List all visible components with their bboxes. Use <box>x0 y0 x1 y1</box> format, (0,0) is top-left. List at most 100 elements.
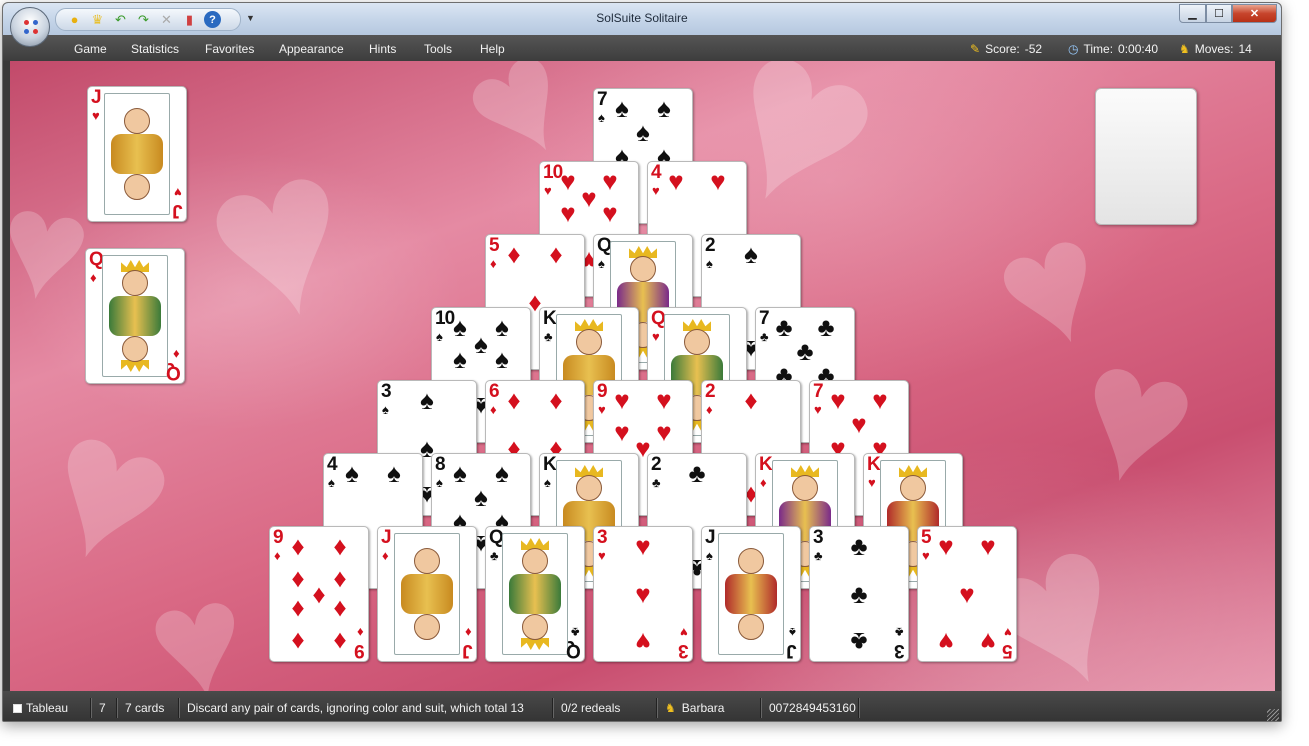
card-suit-icon: ♥ <box>598 402 606 417</box>
status-player: ♞ Barbara <box>659 698 761 718</box>
suit-pip-icon: ♠ <box>387 458 401 489</box>
time-label: Time: <box>1083 42 1114 56</box>
suit-pip-icon: ♦ <box>291 562 305 593</box>
card-rank-corner: J <box>787 640 797 661</box>
title-bar: ● ♛ ↶ ↷ ✕ ▮ ? ▼ SolSuite Solitaire ▁ ☐ ✕ <box>3 3 1281 35</box>
card-rank: 7 <box>759 308 770 329</box>
card-rank: J <box>91 87 102 108</box>
player-icon: ♞ <box>665 701 676 715</box>
moves-label: Moves: <box>1194 42 1234 56</box>
suit-pip-icon: ♠ <box>474 482 488 513</box>
status-hint: Discard any pair of cards, ignoring colo… <box>181 698 553 718</box>
suit-pip-icon: ♥ <box>980 626 996 657</box>
app-orb-button[interactable] <box>10 7 50 47</box>
score-value: -52 <box>1024 42 1043 56</box>
card-suit-icon: ♠ <box>706 256 713 271</box>
card-suit-icon: ♥ <box>652 183 660 198</box>
playing-card[interactable]: 9 ♦ ♦ ♦ ♦ ♦ ♦ ♦ ♦ ♦ ♦ 9 ♦ <box>269 526 369 662</box>
card-rank: 2 <box>705 381 716 402</box>
card-suit-icon: ♦ <box>90 270 97 285</box>
tableau-icon <box>13 703 22 713</box>
suit-pip-icon: ♣ <box>850 531 868 562</box>
stock-pile-empty[interactable] <box>1095 88 1197 225</box>
suit-pip-icon: ♦ <box>507 239 521 270</box>
card-suit-icon: ♠ <box>382 402 389 417</box>
playing-card[interactable]: 5 ♥ ♥ ♥ ♥ ♥ ♥ 5 ♥ <box>917 526 1017 662</box>
card-rank: 9 <box>597 381 608 402</box>
suit-pip-icon: ♦ <box>291 595 305 626</box>
menu-game[interactable]: Game <box>74 42 107 56</box>
game-table[interactable]: ♥ ♥ ♥ ♥ ♥ ♥ ♥ ♥ ♥ J♥J♥Q♦Q♦7♠♠♠♠♠♠♠♠7♠10♥… <box>10 61 1275 691</box>
card-rank: 5 <box>921 527 932 548</box>
suit-pip-icon: ♣ <box>688 458 706 489</box>
card-rank: J <box>381 527 392 548</box>
menu-tools[interactable]: Tools <box>424 42 452 56</box>
card-rank-corner: J <box>173 200 183 221</box>
minimize-button[interactable]: ▁ <box>1179 4 1206 23</box>
background-heart-icon: ♥ <box>135 544 260 691</box>
card-suit-icon: ♦ <box>490 256 497 271</box>
card-suit-icon: ♦ <box>760 475 767 490</box>
card-suit-corner-icon: ♦ <box>465 625 472 640</box>
menu-appearance[interactable]: Appearance <box>279 42 344 56</box>
card-suit-icon: ♦ <box>382 548 389 563</box>
card-suit-icon: ♠ <box>544 475 551 490</box>
card-suit-icon: ♠ <box>436 329 443 344</box>
suit-pip-icon: ♥ <box>668 166 684 197</box>
card-rank-corner: 3 <box>679 640 689 661</box>
window-title: SolSuite Solitaire <box>596 11 688 25</box>
card-suit-corner-icon: ♥ <box>174 185 182 200</box>
time-display: ◷ Time: 0:00:40 <box>1068 42 1158 56</box>
suit-pip-icon: ♠ <box>453 343 467 374</box>
card-rank-corner: Q <box>167 362 181 383</box>
menu-help[interactable]: Help <box>480 42 505 56</box>
menu-statistics[interactable]: Statistics <box>131 42 179 56</box>
court-figure-icon <box>502 533 568 655</box>
playing-card[interactable]: Q ♦ Q ♦ <box>85 248 185 384</box>
suit-pip-icon: ♦ <box>744 385 758 416</box>
resize-grip[interactable] <box>1267 709 1279 721</box>
card-rank: K <box>867 454 881 475</box>
card-suit-icon: ♥ <box>652 329 660 344</box>
status-game-number: 0072849453160 <box>763 698 859 718</box>
suit-pip-icon: ♠ <box>495 343 509 374</box>
suit-pip-icon: ♥ <box>581 182 597 213</box>
card-rank: 5 <box>489 235 500 256</box>
card-suit-icon: ♣ <box>760 329 769 344</box>
time-value: 0:00:40 <box>1118 42 1159 56</box>
card-suit-icon: ♠ <box>598 110 605 125</box>
playing-card[interactable]: J ♠ J ♠ <box>701 526 801 662</box>
card-suit-icon: ♣ <box>544 329 553 344</box>
suit-pip-icon: ♥ <box>602 197 618 228</box>
card-suit-corner-icon: ♦ <box>173 347 180 362</box>
app-window: ● ♛ ↶ ↷ ✕ ▮ ? ▼ SolSuite Solitaire ▁ ☐ ✕… <box>2 2 1282 722</box>
suit-pip-icon: ♠ <box>495 312 509 343</box>
playing-card[interactable]: J ♦ J ♦ <box>377 526 477 662</box>
menu-hints[interactable]: Hints <box>369 42 396 56</box>
maximize-button[interactable]: ☐ <box>1206 4 1232 23</box>
card-rank: 7 <box>597 89 608 110</box>
suit-pip-icon: ♦ <box>333 626 347 657</box>
playing-card[interactable]: J ♥ J ♥ <box>87 86 187 222</box>
suit-pip-icon: ♦ <box>549 385 563 416</box>
menu-favorites[interactable]: Favorites <box>205 42 254 56</box>
suit-pip-icon: ♦ <box>507 385 521 416</box>
suit-pip-icon: ♦ <box>333 562 347 593</box>
card-rank: 4 <box>651 162 662 183</box>
card-rank: Q <box>651 308 666 329</box>
status-count: 7 <box>93 698 117 718</box>
card-rank-corner: 3 <box>895 640 905 661</box>
suit-pip-icon: ♠ <box>615 93 629 124</box>
suit-pip-icon: ♥ <box>560 197 576 228</box>
app-logo-icon <box>24 20 38 34</box>
card-rank: J <box>705 527 716 548</box>
suit-pip-icon: ♠ <box>345 458 359 489</box>
playing-card[interactable]: 3 ♥ ♥ ♥ ♥ 3 ♥ <box>593 526 693 662</box>
court-figure-icon <box>718 533 784 655</box>
close-button[interactable]: ✕ <box>1232 4 1277 23</box>
court-figure-icon <box>394 533 460 655</box>
suit-pip-icon: ♠ <box>744 239 758 270</box>
playing-card[interactable]: 3 ♣ ♣ ♣ ♣ 3 ♣ <box>809 526 909 662</box>
playing-card[interactable]: Q ♣ Q ♣ <box>485 526 585 662</box>
suit-pip-icon: ♥ <box>656 416 672 447</box>
